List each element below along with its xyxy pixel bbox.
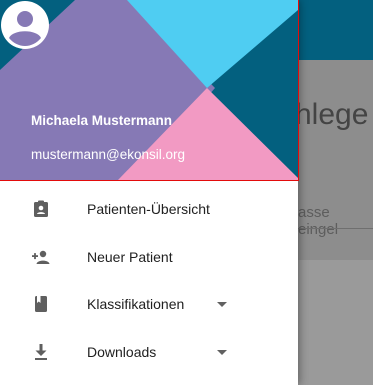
clipboard-account-icon [34, 200, 48, 217]
drawer-header: Michaela Mustermann mustermann@ekonsil.o… [0, 0, 299, 181]
person-add-icon [32, 250, 50, 264]
nav-item-patienten-uebersicht[interactable]: Patienten-Übersicht [0, 186, 298, 234]
input-underline [298, 228, 373, 229]
page-heading: hlege [295, 98, 369, 131]
search-input[interactable]: asse eingel [298, 204, 373, 238]
navigation-drawer: Michaela Mustermann mustermann@ekonsil.o… [0, 0, 299, 385]
drawer-nav: Patienten-Übersicht Neuer Patient Klassi… [0, 186, 298, 376]
nav-label: Klassifikationen [87, 296, 185, 312]
user-name: Michaela Mustermann [31, 113, 173, 128]
nav-label: Neuer Patient [87, 248, 173, 265]
account-circle-icon[interactable] [0, 0, 50, 50]
nav-label: Patienten-Übersicht [87, 201, 210, 217]
nav-item-downloads[interactable]: Downloads [0, 329, 298, 377]
nav-item-neuer-patient[interactable]: Neuer Patient [0, 234, 298, 282]
chevron-down-icon[interactable] [217, 349, 227, 355]
content-card [298, 260, 373, 385]
download-icon [35, 343, 47, 360]
user-email: mustermann@ekonsil.org [31, 147, 186, 162]
nav-label: Downloads [87, 343, 157, 360]
chevron-down-icon[interactable] [217, 302, 227, 307]
book-icon [35, 296, 47, 312]
nav-item-klassifikationen[interactable]: Klassifikationen [0, 281, 298, 329]
